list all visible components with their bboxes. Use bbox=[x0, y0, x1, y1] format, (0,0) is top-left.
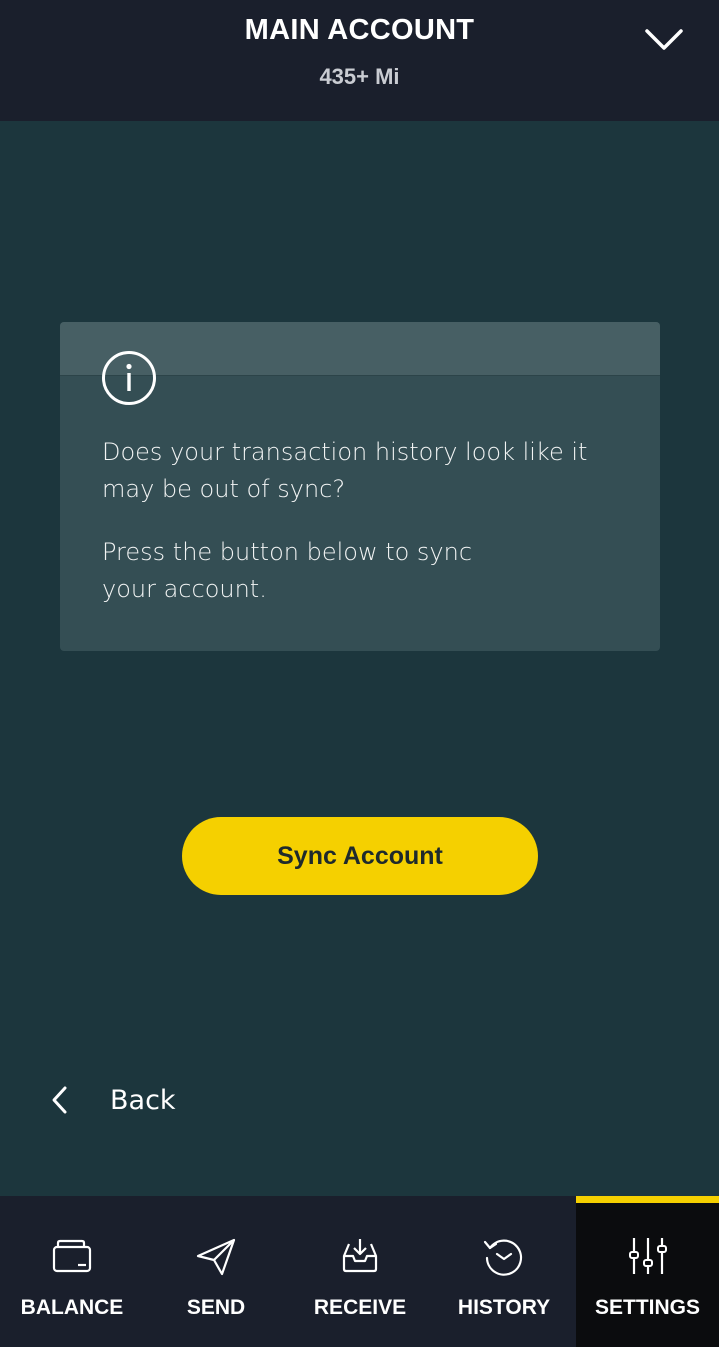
tab-history[interactable]: HISTORY bbox=[432, 1196, 576, 1347]
sync-account-button[interactable]: Sync Account bbox=[182, 817, 538, 895]
back-button[interactable]: Back bbox=[48, 1078, 176, 1122]
paper-plane-icon bbox=[196, 1238, 236, 1276]
tab-send[interactable]: SEND bbox=[144, 1196, 288, 1347]
tab-settings-label: SETTINGS bbox=[594, 1296, 700, 1319]
tab-settings[interactable]: SETTINGS bbox=[576, 1196, 719, 1347]
sync-question-text: Does your transaction history look like … bbox=[102, 438, 588, 503]
back-label: Back bbox=[110, 1084, 176, 1116]
wallet-icon bbox=[52, 1239, 92, 1273]
info-card: Does your transaction history look like … bbox=[60, 322, 660, 651]
tab-receive[interactable]: RECEIVE bbox=[288, 1196, 432, 1347]
sliders-icon bbox=[629, 1238, 667, 1274]
inbox-download-icon bbox=[342, 1239, 378, 1273]
tab-balance-label: BALANCE bbox=[20, 1296, 124, 1319]
tab-receive-label: RECEIVE bbox=[313, 1296, 407, 1319]
clock-history-icon bbox=[483, 1239, 523, 1276]
account-title: MAIN ACCOUNT bbox=[244, 14, 475, 46]
active-tab-indicator bbox=[576, 1196, 719, 1203]
info-icon bbox=[102, 351, 156, 405]
account-balance: 435+ Mi bbox=[319, 64, 400, 89]
chevron-left-icon bbox=[52, 1086, 67, 1114]
chevron-down-icon[interactable] bbox=[642, 24, 686, 54]
tab-balance[interactable]: BALANCE bbox=[0, 1196, 144, 1347]
tab-send-label: SEND bbox=[186, 1296, 246, 1319]
account-header[interactable]: MAIN ACCOUNT 435+ Mi bbox=[0, 0, 719, 121]
sync-instruction-text: Press the button below to sync your acco… bbox=[102, 538, 473, 603]
tab-history-label: HISTORY bbox=[457, 1296, 551, 1319]
bottom-tab-bar: BALANCE SEND RECEIVE HISTORY SETTINGS bbox=[0, 1196, 719, 1347]
